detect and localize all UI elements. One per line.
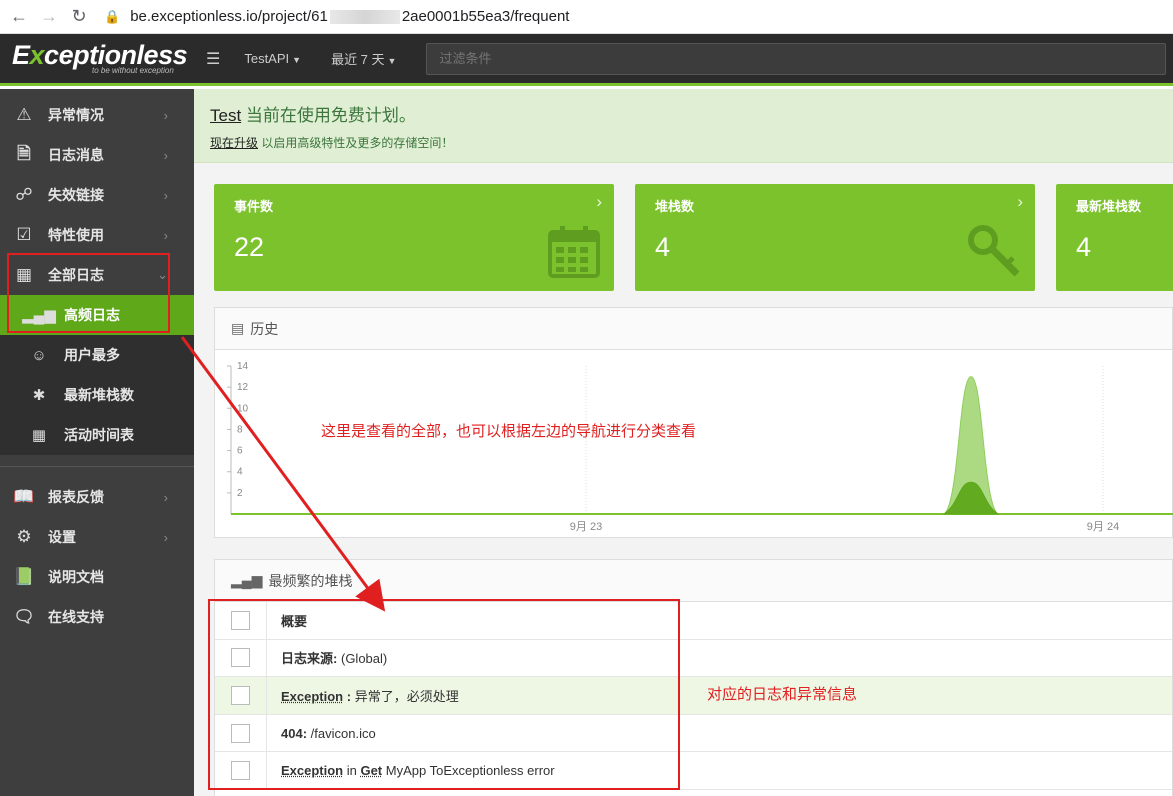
y-tick-label: 4 [237,467,243,478]
chevron-right-icon: › [163,107,168,123]
annotation-note-1: 这里是查看的全部，也可以根据左边的导航进行分类查看 [321,423,697,440]
y-tick-label: 14 [237,361,249,372]
address-bar[interactable]: 🔒 be.exceptionless.io/project/61 2ae0001… [104,8,569,25]
app-header: Exceptionless to be without exception ☰ … [0,34,1173,86]
sidebar-subitem-new-stacks[interactable]: ✱ 最新堆栈数 [0,375,194,415]
annotation-note-2: 对应的日志和异常信息 [707,686,858,703]
sidebar-item-broken-links[interactable]: ☍ 失效链接 › [0,175,194,215]
stat-card-events[interactable]: 事件数 22 › [214,184,614,291]
chevron-right-icon: › [1017,192,1023,211]
sidebar-item-reports[interactable]: 📖 报表反馈 › [0,477,194,517]
time-range-dropdown[interactable]: 最近 7 天 ▼ [331,49,396,68]
x-tick-label: 9月 23 [570,521,602,533]
chevron-right-icon: › [163,187,168,203]
history-chart: 2 4 6 8 10 12 14 9月 23 9月 24 [227,361,1173,533]
annotation-box-sidebar [7,253,170,333]
project-dropdown[interactable]: TestAPI ▼ [244,51,301,66]
gear-icon: ⚙ [16,527,32,546]
bar-chart-icon: ▤ [231,320,245,336]
sidebar-item-exceptions[interactable]: ⚠ 异常情况 › [0,95,194,135]
chevron-right-icon: › [163,147,168,163]
logo[interactable]: Exceptionless to be without exception [0,42,194,76]
menu-toggle-icon[interactable]: ☰ [206,49,220,69]
org-link[interactable]: Test [210,106,241,125]
chevron-right-icon: › [163,227,168,243]
book-icon: 📖 [13,487,35,506]
y-tick-label: 2 [237,488,243,499]
y-tick-label: 10 [237,403,249,414]
annotation-box-table [208,599,680,790]
chevron-right-icon: › [163,489,168,505]
asterisk-icon: ✱ [32,387,46,404]
back-icon[interactable]: ← [8,6,30,28]
check-square-icon: ☑ [16,225,32,244]
x-tick-label: 9月 24 [1087,521,1119,533]
docs-icon: 📗 [13,567,35,586]
sidebar-item-logs[interactable]: 🗎 日志消息 › [0,135,194,175]
chevron-right-icon: › [596,192,602,211]
key-icon [968,225,1020,277]
y-tick-label: 6 [237,446,243,457]
reload-icon[interactable]: ↻ [68,6,90,28]
url-suffix: 2ae0001b55ea3/frequent [401,8,570,25]
sidebar-item-support[interactable]: 🗨 在线支持 [0,597,194,637]
upgrade-link[interactable]: 现在升级 [210,136,258,150]
browser-toolbar: ← → ↻ 🔒 be.exceptionless.io/project/61 2… [0,0,1173,34]
calendar-icon [548,226,600,278]
warning-icon: ⚠ [16,105,32,124]
y-tick-label: 8 [237,424,243,435]
history-title: 历史 [250,320,279,337]
lock-icon: 🔒 [104,8,121,24]
sidebar-subitem-users[interactable]: ☺ 用户最多 [0,335,194,375]
stat-card-new-stacks[interactable]: 最新堆栈数 4 [1056,184,1173,291]
frequent-title: 最频繁的堆栈 [268,572,353,589]
file-text-icon: 🗎 [17,143,31,163]
plan-banner: Test 当前在使用免费计划。 现在升级 以启用高级特性及更多的存储空间！ [194,89,1173,163]
y-tick-label: 12 [237,382,249,393]
url-prefix: be.exceptionless.io/project/61 [130,8,328,25]
sidebar-subitem-timeline[interactable]: ▦ 活动时间表 [0,415,194,455]
chat-icon: 🗨 [13,607,35,626]
sidebar-item-settings[interactable]: ⚙ 设置 › [0,517,194,557]
broken-link-icon: ☍ [15,185,33,204]
sidebar: ⚠ 异常情况 › 🗎 日志消息 › ☍ 失效链接 › ☑ 特性使用 › ▦ 全部日志 ⌄ … [0,89,194,796]
signal-bars-icon: ▂▄▆ [231,572,263,588]
sidebar-item-docs[interactable]: 📗 说明文档 [0,557,194,597]
forward-icon[interactable]: → [38,6,60,28]
url-redacted [329,9,400,24]
calendar-icon: ▦ [31,427,47,444]
sidebar-divider [0,455,194,467]
users-icon: ☺ [31,346,47,364]
sidebar-item-feature-usage[interactable]: ☑ 特性使用 › [0,215,194,255]
stat-card-stacks[interactable]: 堆栈数 4 › [635,184,1035,291]
chevron-right-icon: › [163,529,168,545]
filter-input[interactable] [426,42,1167,75]
